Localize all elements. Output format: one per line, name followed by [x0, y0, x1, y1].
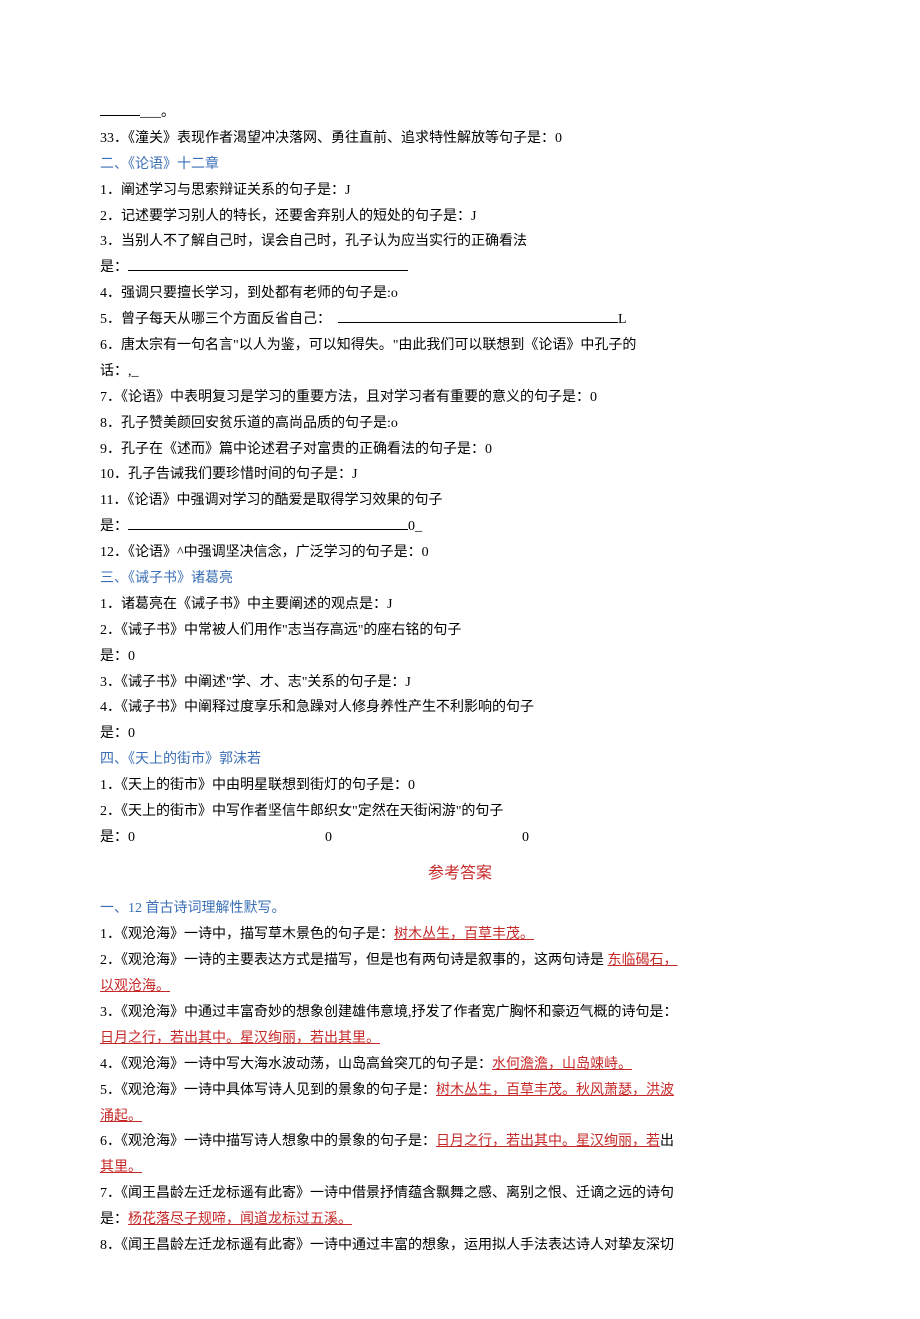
blank-line — [338, 308, 618, 323]
a3-ans: 日月之行，若出其中。星汉绚丽，若出其里。 — [100, 1031, 380, 1046]
s3-q4b: 是：0 — [100, 721, 820, 747]
s2-q6b: 话：,_ — [100, 359, 820, 385]
a2-ans2: 以观沧海。 — [100, 979, 170, 994]
a6b: 其里。 — [100, 1155, 820, 1181]
a6-ans2: 其里。 — [100, 1160, 142, 1175]
s4-q2a: 2．《天上的街市》中写作者坚信牛郎织女"定然在天街闲游"的句子 — [100, 799, 820, 825]
a3b: 日月之行，若出其中。星汉绚丽，若出其里。 — [100, 1026, 820, 1052]
top-ellipsis: ___。 — [100, 100, 820, 126]
s2-q5: 5．曾子每天从哪三个方面反省自己： L — [100, 307, 820, 333]
a2: 2．《观沧海》一诗的主要表达方式是描写，但是也有两句诗是叙事的，这两句诗是 东临… — [100, 948, 820, 974]
q33: 33．《潼关》表现作者渴望冲决落网、勇往直前、追求特性解放等句子是：0 — [100, 126, 820, 152]
s2-q8: 8．孔子赞美颜回安贫乐道的高尚品质的句子是:o — [100, 411, 820, 437]
a6-ans: 日月之行，若出其中。星汉绚丽，若 — [436, 1134, 660, 1149]
s2-q12: 12．《论语》^中强调坚决信念，广泛学习的句子是：0 — [100, 540, 820, 566]
answers-title: 参考答案 — [100, 859, 820, 889]
a8: 8．《闻王昌龄左迁龙标遥有此寄》一诗中通过丰富的想象，运用拟人手法表达诗人对挚友… — [100, 1233, 820, 1259]
a6-suf: 出 — [660, 1134, 674, 1149]
a4: 4．《观沧海》一诗中写大海水波动荡，山岛高耸突兀的句子是：水何澹澹，山岛竦峙。 — [100, 1052, 820, 1078]
section-3-heading: 三、《诫子书》诸葛亮 — [100, 566, 820, 592]
s2-q11b-suf: 0_ — [408, 519, 422, 534]
s4-q2b-2: 0 — [325, 825, 332, 851]
s2-q3b-pre: 是： — [100, 260, 128, 275]
section-2-heading: 二、《论语》十二章 — [100, 152, 820, 178]
s2-q10: 10．孔子告诫我们要珍惜时间的句子是：J — [100, 462, 820, 488]
s2-q3b: 是： — [100, 255, 820, 281]
a4-ans: 水何澹澹，山岛竦峙。 — [492, 1057, 632, 1072]
answers-heading: 一、12 首古诗词理解性默写。 — [100, 896, 820, 922]
s4-q2b-3: 0 — [522, 825, 529, 851]
a2b: 以观沧海。 — [100, 974, 820, 1000]
s2-q6a: 6．唐太宗有一句名言"以人为鉴，可以知得失。"由此我们可以联想到《论语》中孔子的 — [100, 333, 820, 359]
a5-pre: 5．《观沧海》一诗中具体写诗人见到的景象的句子是： — [100, 1083, 436, 1098]
s4-q1: 1．《天上的街市》中由明星联想到街灯的句子是：0 — [100, 773, 820, 799]
s2-q7: 7．《论语》中表明复习是学习的重要方法，且对学习者有重要的意义的句子是：0 — [100, 385, 820, 411]
s2-q2: 2．记述要学习别人的特长，还要舍弃别人的短处的句子是：J — [100, 204, 820, 230]
a7-ans: 杨花落尽子规啼，闻道龙标过五溪。 — [128, 1212, 352, 1227]
blank-line — [128, 515, 408, 530]
s2-q1: 1．阐述学习与思索辩证关系的句子是：J — [100, 178, 820, 204]
s2-q5-pre: 5．曾子每天从哪三个方面反省自己： — [100, 312, 324, 327]
s2-q4: 4．强调只要擅长学习，到处都有老师的句子是:o — [100, 281, 820, 307]
a5-ans: 树木丛生，百草丰茂。秋风萧瑟，洪波 — [436, 1083, 674, 1098]
answers-heading-text: 一、12 首古诗词理解性默写。 — [100, 901, 286, 916]
s4-q2b: 是：0 0 0 — [100, 825, 820, 851]
a2-ans: 东临碣石， — [608, 953, 678, 968]
a2-pre: 2．《观沧海》一诗的主要表达方式是描写，但是也有两句诗是叙事的，这两句诗是 — [100, 953, 608, 968]
a5-ans2: 涌起。 — [100, 1109, 142, 1124]
a1-ans: 树木丛生，百草丰茂。 — [394, 927, 534, 942]
section-4-heading: 四、《天上的街市》郭沫若 — [100, 747, 820, 773]
s2-q11b-pre: 是： — [100, 519, 128, 534]
a1-pre: 1．《观沧海》一诗中，描写草木景色的句子是： — [100, 927, 394, 942]
a5: 5．《观沧海》一诗中具体写诗人见到的景象的句子是：树木丛生，百草丰茂。秋风萧瑟，… — [100, 1078, 820, 1104]
s3-q1: 1．诸葛亮在《诫子书》中主要阐述的观点是：J — [100, 592, 820, 618]
s3-q4a: 4．《诫子书》中阐释过度享乐和急躁对人修身养性产生不利影响的句子 — [100, 695, 820, 721]
a7: 7．《闻王昌龄左迁龙标遥有此寄》一诗中借景抒情蕴含飘舞之感、离别之恨、迁谪之远的… — [100, 1181, 820, 1207]
s2-q9: 9．孔子在《述而》篇中论述君子对富贵的正确看法的句子是：0 — [100, 437, 820, 463]
a1: 1．《观沧海》一诗中，描写草木景色的句子是：树木丛生，百草丰茂。 — [100, 922, 820, 948]
s2-q11b: 是： 0_ — [100, 514, 820, 540]
a3: 3．《观沧海》中通过丰富奇妙的想象创建雄伟意境,抒发了作者宽广胸怀和豪迈气概的诗… — [100, 1000, 820, 1026]
a6: 6．《观沧海》一诗中描写诗人想象中的景象的句子是：日月之行，若出其中。星汉绚丽，… — [100, 1129, 820, 1155]
s2-q5-tail: L — [618, 312, 627, 327]
top-ellipsis-text: ___。 — [140, 105, 175, 120]
s2-q11a: 11．《论语》中强调对学习的酷爱是取得学习效果的句子 — [100, 488, 820, 514]
s4-q2b-1: 是：0 — [100, 825, 135, 851]
a6-pre: 6．《观沧海》一诗中描写诗人想象中的景象的句子是： — [100, 1134, 436, 1149]
a7b: 是：杨花落尽子规啼，闻道龙标过五溪。 — [100, 1207, 820, 1233]
s3-q2a: 2．《诫子书》中常被人们用作"志当存高远"的座右铭的句子 — [100, 618, 820, 644]
a7-pre2: 是： — [100, 1212, 128, 1227]
a5b: 涌起。 — [100, 1104, 820, 1130]
s3-q2b: 是：0 — [100, 644, 820, 670]
s3-q3: 3．《诫子书》中阐述"学、才、志"关系的句子是：J — [100, 670, 820, 696]
a4-pre: 4．《观沧海》一诗中写大海水波动荡，山岛高耸突兀的句子是： — [100, 1057, 492, 1072]
s2-q3a: 3．当别人不了解自己时，误会自己时，孔子认为应当实行的正确看法 — [100, 229, 820, 255]
blank-line — [128, 256, 408, 271]
